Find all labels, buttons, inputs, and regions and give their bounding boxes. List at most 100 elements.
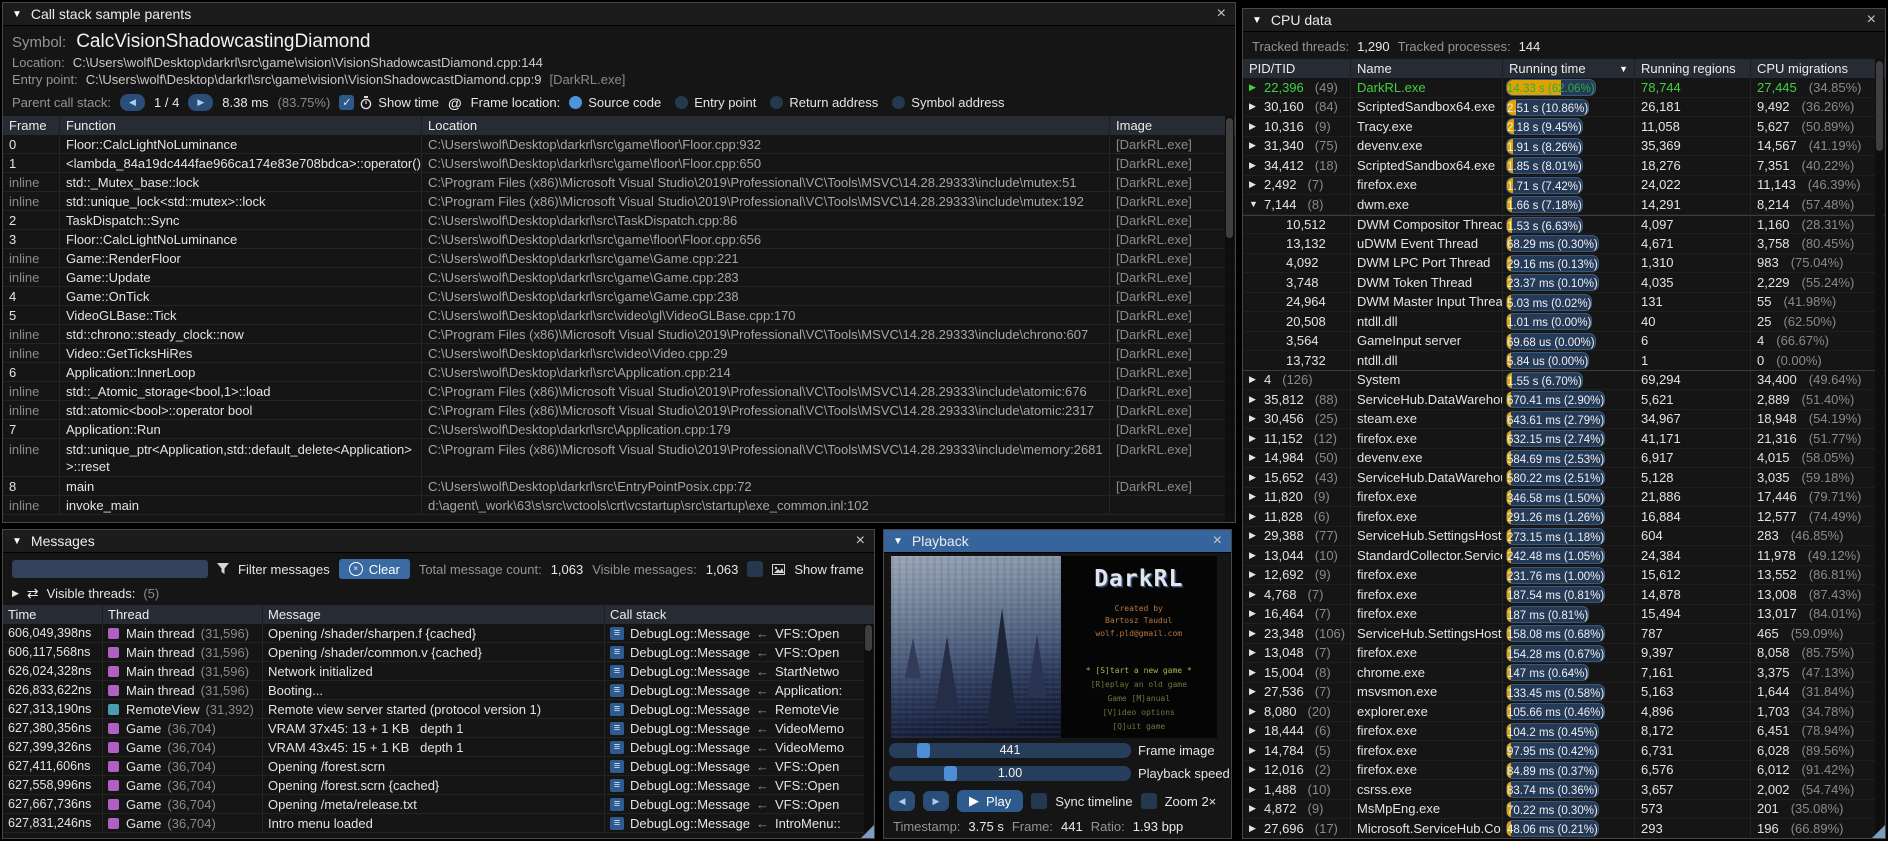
clear-button[interactable]: × Clear bbox=[339, 559, 410, 579]
expand-arrow-icon[interactable]: ▶ bbox=[1249, 647, 1259, 658]
table-row[interactable]: 627,831,246ns Game (36,704) Intro menu l… bbox=[3, 814, 874, 833]
table-row[interactable]: inline std::atomic<bool>::operator bool … bbox=[3, 401, 1235, 420]
radio-icon[interactable] bbox=[770, 96, 783, 109]
col-callstack[interactable]: Call stack bbox=[605, 605, 874, 624]
table-row[interactable]: inline std::_Atomic_storage<bool,1>::loa… bbox=[3, 382, 1235, 401]
table-row[interactable]: ▶ 4 (126) System 1.55 s (6.70%) 69,294 3… bbox=[1243, 371, 1885, 391]
table-row[interactable]: 627,399,326ns Game (36,704) VRAM 43x45: … bbox=[3, 738, 874, 757]
radio-icon[interactable] bbox=[569, 96, 582, 109]
table-row[interactable]: ▶ 18,444 (6) firefox.exe 104.2 ms (0.45%… bbox=[1243, 722, 1885, 742]
scrollbar[interactable] bbox=[864, 624, 873, 837]
scrollbar-thumb[interactable] bbox=[1876, 61, 1883, 151]
expand-arrow-icon[interactable]: ▶ bbox=[1249, 413, 1259, 424]
col-time[interactable]: Time bbox=[3, 605, 103, 624]
table-row[interactable]: 3 Floor::CalcLightNoLuminance C:\Users\w… bbox=[3, 230, 1235, 249]
table-row[interactable]: 13,732 ntdll.dll 5.84 us (0.00%) 1 0 (0.… bbox=[1243, 351, 1885, 371]
expand-arrow-icon[interactable]: ▶ bbox=[1249, 121, 1259, 132]
col-function[interactable]: Function bbox=[60, 116, 422, 135]
expand-arrow-icon[interactable]: ▶ bbox=[1249, 569, 1259, 580]
table-row[interactable]: ▶ 8,080 (20) explorer.exe 105.66 ms (0.4… bbox=[1243, 702, 1885, 722]
close-icon[interactable]: × bbox=[1217, 6, 1226, 22]
visible-threads-row[interactable]: ▶ ⇄ Visible threads: (5) bbox=[12, 585, 865, 602]
callstack-list-icon[interactable]: ≡ bbox=[610, 627, 624, 640]
table-row[interactable]: 20,508 ntdll.dll 1.01 ms (0.00%) 40 25 (… bbox=[1243, 312, 1885, 332]
table-row[interactable]: 24,964 DWM Master Input Thread 5.03 ms (… bbox=[1243, 293, 1885, 313]
table-row[interactable]: inline std::unique_lock<std::mutex>::loc… bbox=[3, 192, 1235, 211]
expand-arrow-icon[interactable]: ▶ bbox=[1249, 764, 1259, 775]
close-icon[interactable]: × bbox=[856, 533, 865, 549]
col-name[interactable]: Name bbox=[1351, 59, 1503, 78]
table-row[interactable]: 2 TaskDispatch::Sync C:\Users\wolf\Deskt… bbox=[3, 211, 1235, 230]
table-row[interactable]: ▶ 4,872 (9) MsMpEng.exe 70.22 ms (0.30%)… bbox=[1243, 800, 1885, 820]
table-row[interactable]: ▶ 11,152 (12) firefox.exe 632.15 ms (2.7… bbox=[1243, 429, 1885, 449]
table-row[interactable]: 626,833,622ns Main thread (31,596) Booti… bbox=[3, 681, 874, 700]
col-thread[interactable]: Thread bbox=[103, 605, 263, 624]
callstack-list-icon[interactable]: ≡ bbox=[610, 684, 624, 697]
show-time-option[interactable]: ✓ Show time bbox=[339, 95, 439, 110]
expand-arrow-icon[interactable]: ▶ bbox=[1249, 530, 1259, 541]
filter-input[interactable] bbox=[12, 560, 208, 578]
callstack-list-icon[interactable]: ≡ bbox=[610, 665, 624, 678]
table-row[interactable]: ▶ 30,160 (84) ScriptedSandbox64.exe 2.51… bbox=[1243, 98, 1885, 118]
table-row[interactable]: 8 main C:\Users\wolf\Desktop\darkrl\src\… bbox=[3, 477, 1235, 496]
radio-icon[interactable] bbox=[892, 96, 905, 109]
expand-arrow-icon[interactable]: ▶ bbox=[1249, 472, 1259, 483]
table-row[interactable]: 606,117,568ns Main thread (31,596) Openi… bbox=[3, 643, 874, 662]
step-back-button[interactable]: ◀ bbox=[889, 791, 915, 811]
expand-arrow-icon[interactable]: ▶ bbox=[1249, 628, 1259, 639]
expand-arrow-icon[interactable]: ▶ bbox=[1249, 803, 1259, 814]
table-row[interactable]: inline invoke_main d:\agent\_work\63\s\s… bbox=[3, 496, 1235, 515]
expand-arrow-icon[interactable]: ▶ bbox=[1249, 706, 1259, 717]
expand-arrow-icon[interactable]: ▶ bbox=[1249, 686, 1259, 697]
col-image[interactable]: Image bbox=[1110, 116, 1235, 135]
callstack-list-icon[interactable]: ≡ bbox=[610, 741, 624, 754]
table-row[interactable]: 0 Floor::CalcLightNoLuminance C:\Users\w… bbox=[3, 135, 1235, 154]
table-row[interactable]: 4,092 DWM LPC Port Thread 29.16 ms (0.13… bbox=[1243, 254, 1885, 274]
expand-arrow-icon[interactable]: ▶ bbox=[1249, 725, 1259, 736]
table-row[interactable]: 3,564 GameInput server 69.68 us (0.00%) … bbox=[1243, 332, 1885, 352]
table-row[interactable]: 6 Application::InnerLoop C:\Users\wolf\D… bbox=[3, 363, 1235, 382]
scrollbar-thumb[interactable] bbox=[865, 625, 872, 651]
table-row[interactable]: 626,024,328ns Main thread (31,596) Netwo… bbox=[3, 662, 874, 681]
table-row[interactable]: ▶ 12,016 (2) firefox.exe 84.89 ms (0.37%… bbox=[1243, 761, 1885, 781]
frame-location-option[interactable]: Symbol address bbox=[892, 95, 1004, 110]
table-row[interactable]: ▶ 12,692 (9) firefox.exe 231.76 ms (1.00… bbox=[1243, 566, 1885, 586]
table-row[interactable]: ▶ 13,048 (7) firefox.exe 154.28 ms (0.67… bbox=[1243, 644, 1885, 664]
table-row[interactable]: 627,667,736ns Game (36,704) Opening /met… bbox=[3, 795, 874, 814]
expand-arrow-icon[interactable]: ▶ bbox=[1249, 394, 1259, 405]
col-running-time[interactable]: Running time▼ bbox=[1503, 59, 1635, 78]
expand-arrow-icon[interactable]: ▶ bbox=[1249, 823, 1259, 834]
table-row[interactable]: ▼ 7,144 (8) dwm.exe 1.66 s (7.18%) 14,29… bbox=[1243, 195, 1885, 215]
resize-grip[interactable] bbox=[1872, 825, 1885, 838]
table-row[interactable]: ▶ 35,812 (88) ServiceHub.DataWarehouse 6… bbox=[1243, 390, 1885, 410]
callstack-list-icon[interactable]: ≡ bbox=[610, 798, 624, 811]
table-row[interactable]: ▶ 14,984 (50) devenv.exe 584.69 ms (2.53… bbox=[1243, 449, 1885, 469]
table-row[interactable]: 10,512 DWM Compositor Thread 1.53 s (6.6… bbox=[1243, 215, 1885, 235]
expand-arrow-icon[interactable]: ▶ bbox=[1249, 511, 1259, 522]
table-row[interactable]: 4 Game::OnTick C:\Users\wolf\Desktop\dar… bbox=[3, 287, 1235, 306]
expand-arrow-icon[interactable]: ▼ bbox=[1249, 199, 1259, 209]
next-parent-button[interactable]: ▶ bbox=[188, 94, 213, 111]
table-row[interactable]: ▶ 2,492 (7) firefox.exe 1.71 s (7.42%) 2… bbox=[1243, 176, 1885, 196]
col-frame[interactable]: Frame bbox=[3, 116, 60, 135]
callstack-list-icon[interactable]: ≡ bbox=[610, 779, 624, 792]
table-row[interactable]: ▶ 16,464 (7) firefox.exe 187 ms (0.81%) … bbox=[1243, 605, 1885, 625]
show-frame-checkbox[interactable] bbox=[747, 561, 763, 577]
expand-arrow-icon[interactable]: ▶ bbox=[1249, 608, 1259, 619]
table-row[interactable]: 627,380,356ns Game (36,704) VRAM 37x45: … bbox=[3, 719, 874, 738]
collapse-icon[interactable]: ▼ bbox=[893, 536, 903, 547]
scrollbar[interactable] bbox=[1225, 116, 1234, 521]
scrollbar[interactable] bbox=[1875, 59, 1884, 837]
col-pid-tid[interactable]: PID/TID bbox=[1243, 59, 1351, 78]
table-row[interactable]: inline std::chrono::steady_clock::now C:… bbox=[3, 325, 1235, 344]
col-location[interactable]: Location bbox=[422, 116, 1110, 135]
table-row[interactable]: ▶ 31,340 (75) devenv.exe 1.91 s (8.26%) … bbox=[1243, 137, 1885, 157]
frame-location-option[interactable]: Source code bbox=[569, 95, 661, 110]
expand-arrow-icon[interactable]: ▶ bbox=[1249, 82, 1259, 93]
table-row[interactable]: 627,558,996ns Game (36,704) Opening /for… bbox=[3, 776, 874, 795]
callstack-list-icon[interactable]: ≡ bbox=[610, 703, 624, 716]
callstack-list-icon[interactable]: ≡ bbox=[610, 646, 624, 659]
table-row[interactable]: 627,313,190ns RemoteView (31,392) Remote… bbox=[3, 700, 874, 719]
expand-arrow-icon[interactable]: ▶ bbox=[1249, 491, 1259, 502]
table-row[interactable]: ▶ 10,316 (9) Tracy.exe 2.18 s (9.45%) 11… bbox=[1243, 117, 1885, 137]
